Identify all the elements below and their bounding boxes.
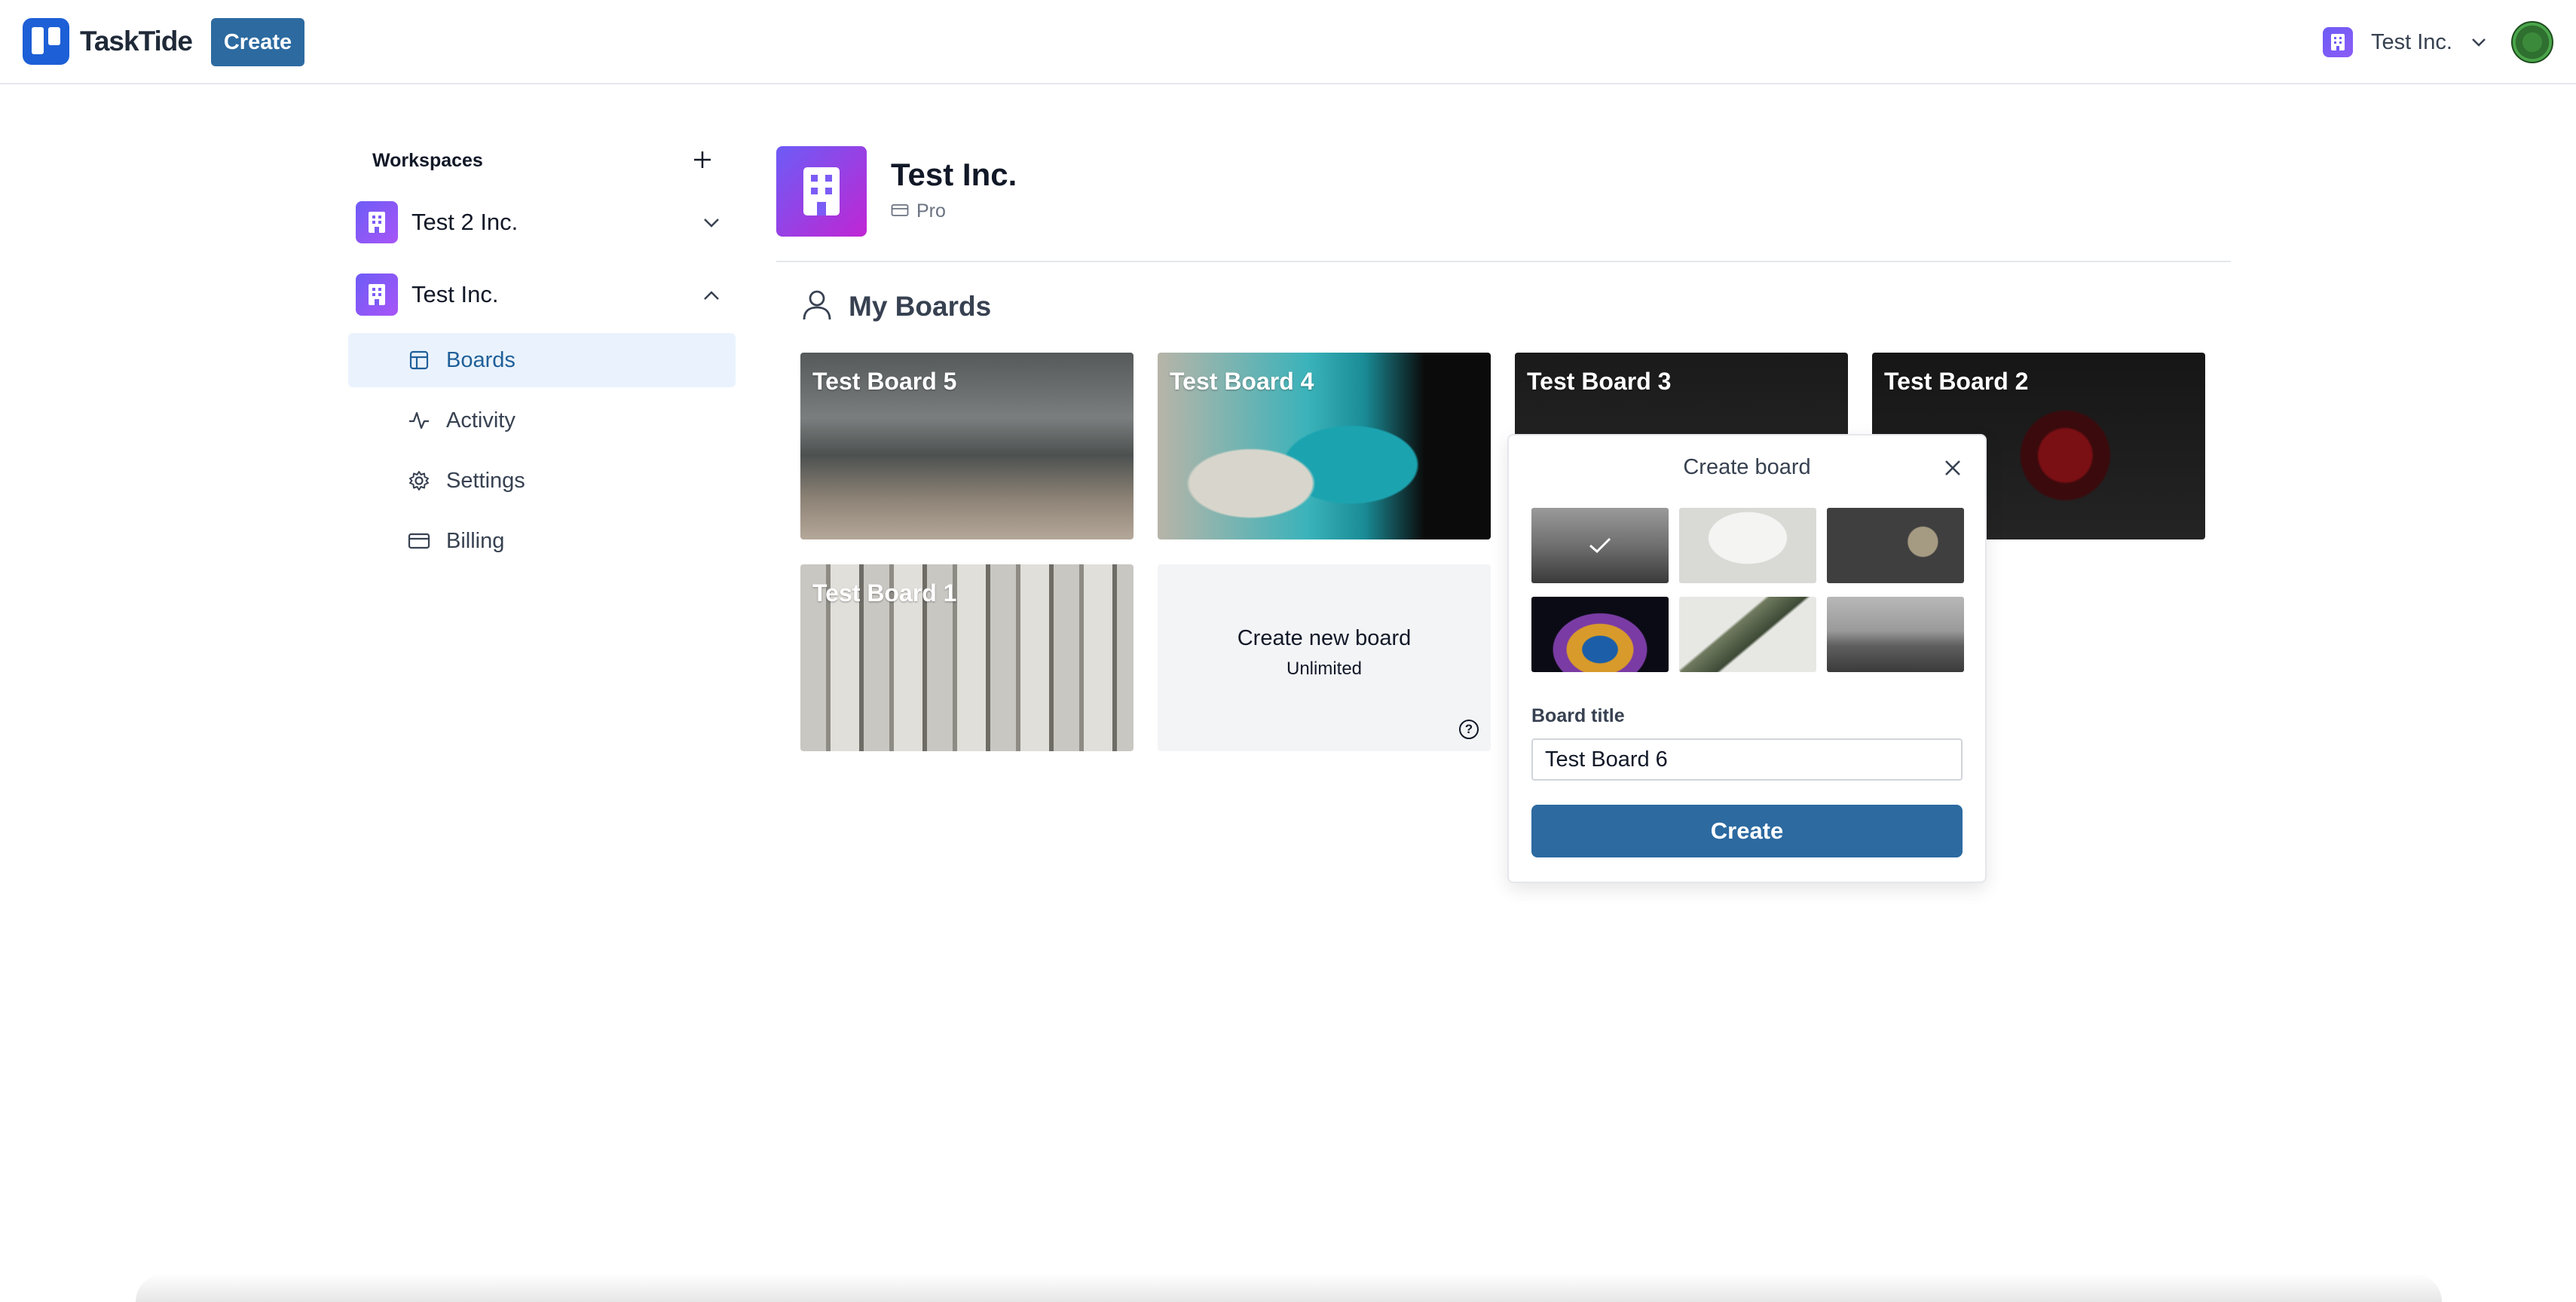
app-name: TaskTide	[80, 26, 193, 57]
logo-mark-icon	[23, 18, 69, 65]
background-option[interactable]	[1827, 597, 1964, 672]
add-workspace-icon[interactable]	[692, 145, 713, 176]
workspaces-title: Workspaces	[372, 149, 483, 171]
workspace-name: Test Inc.	[411, 281, 499, 307]
workspace-menu: Boards Activity Settings Billing	[348, 333, 736, 568]
credit-card-icon	[407, 529, 431, 553]
sidebar-item-label: Billing	[446, 528, 505, 553]
board-title: Test Board 2	[1884, 368, 2029, 395]
background-option[interactable]	[1531, 597, 1669, 672]
chevron-down-icon	[2470, 32, 2487, 53]
section-title: My Boards	[849, 290, 992, 322]
board-tile[interactable]: Test Board 1	[800, 564, 1134, 751]
background-picker	[1531, 508, 1964, 672]
board-limit-label: Unlimited	[1286, 659, 1363, 679]
sidebar-item-billing[interactable]: Billing	[348, 514, 736, 568]
org-switcher-label: Test Inc.	[2371, 29, 2452, 54]
create-board-submit-button[interactable]: Create	[1531, 805, 1963, 857]
user-icon	[800, 288, 834, 325]
background-option[interactable]	[1827, 508, 1964, 583]
sidebar-item-label: Settings	[446, 468, 525, 493]
help-circle-icon[interactable]: ?	[1459, 720, 1479, 739]
board-tile[interactable]: Test Board 4	[1158, 353, 1491, 539]
board-title: Test Board 5	[812, 368, 957, 395]
create-new-board-tile[interactable]: Create new board Unlimited ?	[1158, 564, 1491, 751]
board-title-label: Board title	[1531, 705, 1625, 726]
building-icon	[2323, 27, 2353, 57]
page-title: Test Inc.	[891, 157, 1017, 192]
sidebar-item-boards[interactable]: Boards	[348, 333, 736, 387]
sidebar-item-activity[interactable]: Activity	[348, 393, 736, 448]
board-title-input[interactable]	[1531, 738, 1963, 781]
board-title: Test Board 3	[1527, 368, 1672, 395]
layout-icon	[407, 348, 431, 372]
create-board-popover: Create board Board title Create	[1507, 434, 1987, 883]
workspace-name: Test 2 Inc.	[411, 209, 519, 235]
top-navbar: TaskTide Create Test Inc.	[0, 0, 2576, 84]
gear-icon	[407, 469, 431, 493]
building-icon	[356, 274, 398, 316]
background-option[interactable]	[1531, 508, 1669, 583]
close-icon[interactable]	[1943, 457, 1963, 482]
chevron-down-icon[interactable]	[702, 211, 720, 234]
board-title: Test Board 1	[812, 579, 957, 607]
check-icon	[1531, 508, 1669, 583]
activity-icon	[407, 408, 431, 432]
plan-label: Pro	[916, 200, 946, 222]
org-switcher[interactable]: Test Inc.	[2323, 27, 2487, 57]
workspaces-header: Workspaces	[348, 143, 736, 178]
board-title: Test Board 4	[1170, 368, 1314, 395]
board-tile[interactable]: Test Board 5	[800, 353, 1134, 539]
background-option[interactable]	[1679, 508, 1816, 583]
create-button[interactable]: Create	[211, 18, 304, 66]
app-logo[interactable]: TaskTide	[23, 18, 193, 65]
org-header: Test Inc. Pro	[776, 146, 1017, 237]
workspace-sidebar: Workspaces Test 2 Inc. Test Inc. Boards	[348, 143, 736, 574]
credit-card-icon	[891, 200, 909, 222]
sidebar-item-label: Boards	[446, 347, 516, 372]
workspace-item[interactable]: Test 2 Inc.	[348, 194, 736, 250]
building-icon	[776, 146, 867, 237]
window-bottom-edge	[136, 1273, 2442, 1302]
sidebar-item-label: Activity	[446, 408, 516, 432]
my-boards-heading: My Boards	[800, 288, 991, 325]
building-icon	[356, 201, 398, 243]
plan-badge: Pro	[891, 200, 1017, 222]
user-avatar[interactable]	[2511, 21, 2553, 63]
popover-title: Create board	[1683, 455, 1811, 479]
background-option[interactable]	[1679, 597, 1816, 672]
header-divider	[776, 261, 2231, 262]
create-new-board-label: Create new board	[1237, 626, 1412, 650]
sidebar-item-settings[interactable]: Settings	[348, 454, 736, 508]
workspace-item[interactable]: Test Inc.	[348, 267, 736, 322]
chevron-up-icon[interactable]	[702, 283, 720, 307]
